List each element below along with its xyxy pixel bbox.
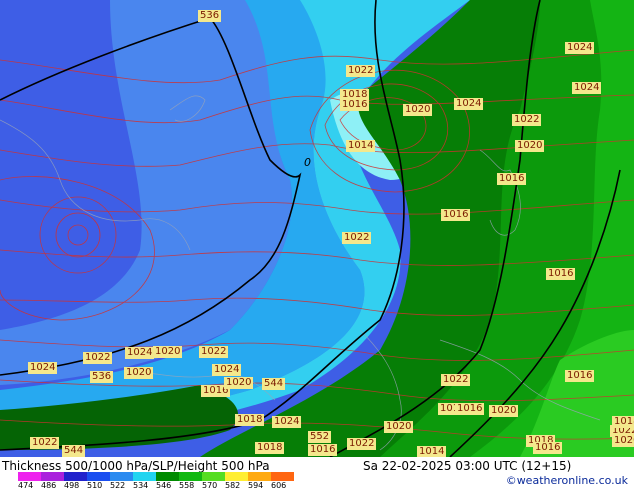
scale-swatch [179,472,202,481]
pressure-label: 1022 [512,114,542,126]
pressure-label: 1020 [153,346,183,358]
pressure-label: 1016 [546,268,576,280]
scale-tick-label: 594 [248,481,264,490]
scale-tick-label: 486 [41,481,57,490]
scale-swatch [110,472,133,481]
pressure-label: 1024 [125,347,155,359]
scale-tick-label: 558 [179,481,195,490]
pressure-label: 1016 [441,209,471,221]
thickness-label: 552 [308,431,332,443]
pressure-label: 1022 [30,437,60,449]
pressure-label: 1020 [384,421,414,433]
scale-swatch [248,472,271,481]
scale-swatch [41,472,64,481]
pressure-label: 1018 [235,414,265,426]
credit-link[interactable]: ©weatheronline.co.uk [506,474,628,487]
map-graphic [0,0,634,457]
scale-swatch [133,472,156,481]
pressure-label: 1016 [565,370,595,382]
pressure-label: 1022 [342,232,372,244]
pressure-label: 1016 [308,444,338,456]
pressure-label: 1016 [455,403,485,415]
pressure-label: 1024 [28,362,58,374]
scale-swatch [87,472,110,481]
pressure-label: 1022 [199,346,229,358]
scale-swatch [64,472,87,481]
thickness-label: 544 [262,378,286,390]
pressure-label: 1022 [347,438,377,450]
pressure-label: 1018 [612,416,634,428]
pressure-label: 1022 [83,352,113,364]
scale-swatch [225,472,248,481]
pressure-label: 1024 [565,42,595,54]
pressure-label: 1022 [441,374,471,386]
pressure-label: 1016 [533,442,563,454]
scale-tick-label: 570 [202,481,218,490]
chart-title: Thickness 500/1000 hPa/SLP/Height 500 hP… [2,459,270,473]
color-scale-bar [18,472,294,481]
scale-swatch [156,472,179,481]
pressure-label: 1020 [612,435,634,447]
scale-tick-label: 510 [87,481,103,490]
pressure-label: 1024 [454,98,484,110]
zero-marker: 0 [304,156,311,169]
pressure-label: 1024 [572,82,602,94]
scale-tick-label: 534 [133,481,149,490]
scale-tick-label: 522 [110,481,126,490]
scale-tick-label: 606 [271,481,287,490]
pressure-label: 1020 [515,140,545,152]
pressure-label: 1024 [212,364,242,376]
thickness-label: 536 [90,371,114,383]
pressure-label: 1020 [403,104,433,116]
scale-swatch [271,472,294,481]
pressure-label: 1020 [489,405,519,417]
thickness-label: 544 [62,445,86,457]
thickness-label: 536 [198,10,222,22]
pressure-label: 1014 [346,140,376,152]
weather-map [0,0,634,457]
scale-tick-label: 474 [18,481,34,490]
scale-tick-label: 498 [64,481,80,490]
scale-tick-label: 582 [225,481,241,490]
scale-swatch [202,472,225,481]
pressure-label: 1018 [255,442,285,454]
pressure-label: 1020 [124,367,154,379]
pressure-label: 1020 [224,377,254,389]
scale-swatch [18,472,41,481]
pressure-label: 1016 [340,99,370,111]
pressure-label: 1024 [272,416,302,428]
forecast-datetime: Sa 22-02-2025 03:00 UTC (12+15) [363,459,572,473]
scale-tick-label: 546 [156,481,172,490]
pressure-label: 1016 [497,173,527,185]
pressure-label: 1022 [346,65,376,77]
